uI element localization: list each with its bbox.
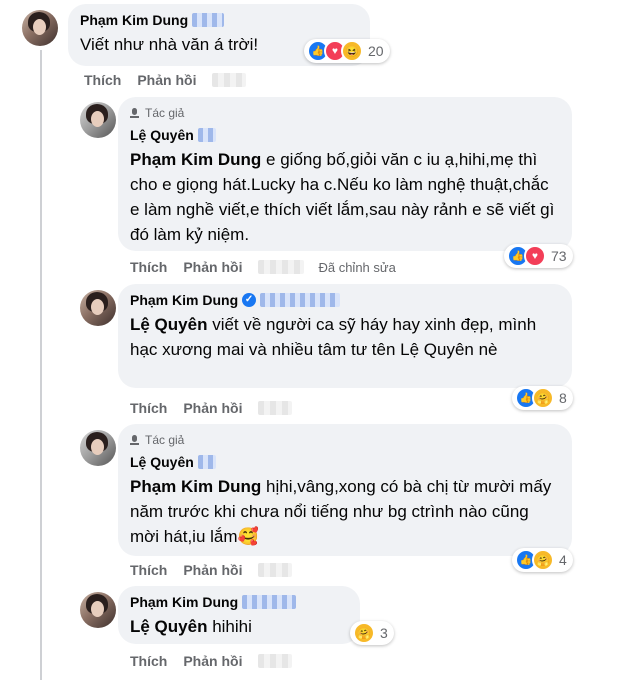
comment-bubble: Phạm Kim Dung Lệ Quyên hihihi (118, 586, 360, 644)
author-badge-icon (130, 108, 140, 118)
reply-button[interactable]: Phản hồi (183, 653, 242, 669)
reaction-summary[interactable]: 👍 ♥ 😆 20 (304, 39, 390, 63)
care-icon: 🤗 (353, 622, 375, 644)
love-icon: ♥ (524, 245, 546, 267)
comment-author[interactable]: Phạm Kim Dung (130, 292, 238, 308)
care-icon: 🤗 (532, 549, 554, 571)
comment-author[interactable]: Lệ Quyên (130, 127, 194, 143)
edited-label[interactable]: Đã chỉnh sửa (318, 260, 395, 275)
verified-badge-icon: ✓ (242, 293, 257, 307)
reply-button[interactable]: Phản hồi (183, 259, 242, 275)
reaction-summary[interactable]: 👍 ♥ 73 (504, 244, 573, 268)
comment-actions: Thích Phản hồi (130, 400, 306, 416)
redacted-badge (192, 13, 225, 27)
timestamp[interactable] (212, 73, 247, 87)
timestamp[interactable] (258, 563, 293, 577)
reaction-summary[interactable]: 👍 🤗 8 (512, 386, 573, 410)
care-icon: 🤗 (532, 387, 554, 409)
like-button[interactable]: Thích (84, 72, 121, 88)
comment-author[interactable]: Lệ Quyên (130, 454, 194, 470)
avatar[interactable] (80, 592, 116, 628)
reaction-count: 3 (380, 625, 388, 641)
mention[interactable]: Phạm Kim Dung (130, 477, 261, 496)
like-button[interactable]: Thích (130, 562, 167, 578)
comment-author[interactable]: Phạm Kim Dung (130, 594, 238, 610)
like-button[interactable]: Thích (130, 259, 167, 275)
reaction-count: 20 (368, 43, 384, 59)
timestamp[interactable] (258, 260, 305, 274)
reply-button[interactable]: Phản hồi (137, 72, 196, 88)
comment-actions: Thích Phản hồi Đã chỉnh sửa (130, 259, 396, 275)
comment-author[interactable]: Phạm Kim Dung (80, 12, 188, 28)
redacted-badge (197, 128, 216, 142)
reaction-summary[interactable]: 👍 🤗 4 (512, 548, 573, 572)
thread-line (40, 50, 42, 680)
comment-bubble: Tác giả Lệ Quyên Phạm Kim Dung e giống b… (118, 97, 572, 251)
reaction-summary[interactable]: 🤗 3 (350, 621, 394, 645)
haha-icon: 😆 (341, 40, 363, 62)
reaction-count: 73 (551, 248, 567, 264)
mention[interactable]: Phạm Kim Dung (130, 150, 261, 169)
redacted-badge (242, 595, 297, 609)
like-button[interactable]: Thích (130, 653, 167, 669)
reply-button[interactable]: Phản hồi (183, 562, 242, 578)
comment-bubble: Phạm Kim Dung ✓ Lệ Quyên viết về người c… (118, 284, 572, 388)
author-tag-label: Tác giả (145, 106, 185, 120)
avatar[interactable] (80, 102, 116, 138)
comment-text: Lệ Quyên hihihi (130, 614, 348, 639)
timestamp[interactable] (258, 401, 293, 415)
comment-text: Phạm Kim Dung e giống bố,giỏi văn c iu ạ… (130, 147, 560, 247)
comment-actions: Thích Phản hồi (84, 72, 260, 88)
avatar[interactable] (22, 10, 58, 46)
author-tag-label: Tác giả (145, 433, 185, 447)
redacted-badge (197, 455, 216, 469)
comment-text: Lệ Quyên viết về người ca sỹ háy hay xin… (130, 312, 560, 362)
comment-bubble: Tác giả Lệ Quyên Phạm Kim Dung hịhi,vâng… (118, 424, 572, 556)
avatar[interactable] (80, 430, 116, 466)
like-button[interactable]: Thích (130, 400, 167, 416)
author-badge-icon (130, 435, 140, 445)
author-tag: Tác giả (130, 105, 560, 121)
author-tag: Tác giả (130, 432, 560, 448)
comment-body: hihihi (212, 617, 252, 636)
mention[interactable]: Lệ Quyên (130, 617, 207, 636)
comment-actions: Thích Phản hồi (130, 653, 306, 669)
reaction-count: 8 (559, 390, 567, 406)
mention[interactable]: Lệ Quyên (130, 315, 207, 334)
comment-text: Phạm Kim Dung hịhi,vâng,xong có bà chị t… (130, 474, 560, 549)
redacted-badge (260, 293, 341, 307)
avatar[interactable] (80, 290, 116, 326)
reply-button[interactable]: Phản hồi (183, 400, 242, 416)
reaction-count: 4 (559, 552, 567, 568)
timestamp[interactable] (258, 654, 293, 668)
comment-actions: Thích Phản hồi (130, 562, 306, 578)
